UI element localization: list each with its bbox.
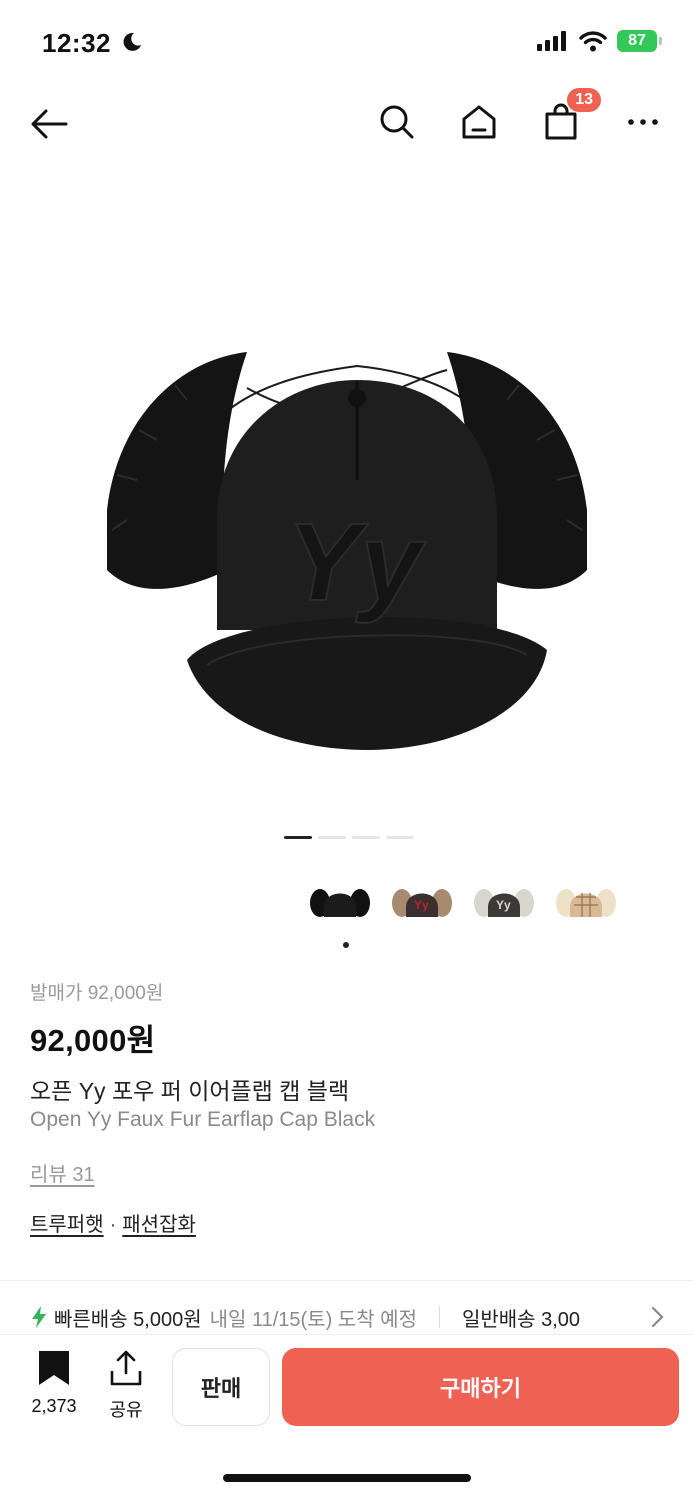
thumbnail-selected-dot [343, 942, 349, 948]
shipping-options[interactable]: 빠른배송 5,000원 내일 11/15(토) 도착 예정 일반배송 3,00 [30, 1300, 693, 1334]
share-label: 공유 [109, 1400, 143, 1420]
bookmark-button[interactable]: 2,373 [24, 1349, 84, 1417]
section-divider [0, 1280, 693, 1281]
svg-text:Yy: Yy [414, 898, 429, 912]
buy-button[interactable]: 구매하기 [282, 1348, 679, 1426]
tag-brand[interactable]: 트루퍼햇 [30, 1214, 104, 1236]
category-tags: 트루퍼햇 · 패션잡화 [30, 1208, 196, 1237]
more-button[interactable] [623, 102, 663, 142]
svg-text:Yy: Yy [496, 898, 511, 912]
product-title-ko: 오픈 Yy 포우 퍼 이어플랩 캡 블랙 [30, 1078, 350, 1104]
normal-shipping-label: 일반배송 3,00 [461, 1308, 581, 1331]
share-button[interactable]: 공유 [104, 1349, 148, 1422]
current-price: 92,000원 [30, 1023, 156, 1058]
pagination-dot [284, 836, 312, 839]
cart-button[interactable]: 13 [541, 88, 601, 142]
battery-indicator: 87 [617, 30, 662, 52]
back-button[interactable] [28, 102, 72, 146]
pagination-dot [352, 836, 380, 839]
cap-thumbnail-beige [556, 889, 616, 917]
top-nav: 13 [0, 88, 693, 158]
reviews-link[interactable]: 리뷰 31 [30, 1158, 95, 1187]
fast-shipping-date: 내일 11/15(토) 도착 예정 [209, 1308, 417, 1331]
home-button[interactable] [459, 102, 499, 142]
search-button[interactable] [377, 102, 417, 142]
share-icon [110, 1350, 142, 1386]
more-icon [628, 119, 658, 125]
status-bar: 12:32 87 [0, 0, 693, 88]
back-arrow-icon [31, 109, 68, 139]
cap-image: Yy [106, 352, 587, 750]
cap-thumbnail-grey: Yy [474, 889, 534, 917]
cap-thumbnail-brown: Yy [392, 889, 452, 917]
thumbnail-brown[interactable]: Yy [392, 872, 452, 932]
home-indicator [223, 1474, 471, 1482]
pagination-dot [318, 836, 346, 839]
release-price: 발매가 92,000원 [30, 983, 164, 1004]
chevron-right-icon [641, 1304, 667, 1330]
thumbnail-grey[interactable]: Yy [474, 872, 534, 932]
battery-level: 87 [628, 32, 646, 49]
thumbnail-black[interactable] [310, 872, 370, 932]
color-thumbnails: Yy Yy [310, 872, 616, 932]
product-title-en: Open Yy Faux Fur Earflap Cap Black [30, 1108, 376, 1131]
gallery-pagination [284, 836, 414, 839]
svg-text:Yy: Yy [287, 501, 426, 624]
wifi-icon [579, 31, 607, 52]
tag-separator: · [109, 1214, 117, 1236]
bookmark-icon [39, 1351, 69, 1385]
sell-button[interactable]: 판매 [172, 1348, 270, 1426]
tag-category[interactable]: 패션잡화 [122, 1214, 196, 1236]
lightning-icon [32, 1306, 46, 1328]
bookmark-count: 2,373 [31, 1396, 77, 1416]
thumbnail-beige[interactable] [556, 872, 616, 932]
status-time: 12:32 [42, 28, 111, 58]
fast-shipping-label: 빠른배송 5,000원 [54, 1308, 202, 1331]
moon-icon [123, 32, 141, 51]
home-icon [462, 105, 496, 139]
pagination-dot [386, 836, 414, 839]
shipping-separator [438, 1306, 440, 1328]
signal-icon [537, 31, 566, 51]
cap-thumbnail-black [310, 889, 370, 917]
search-icon [380, 105, 414, 139]
product-image[interactable]: Yy [0, 210, 693, 810]
cart-count-badge: 13 [567, 88, 601, 112]
price-block: 발매가 92,000원 92,000원 [30, 978, 163, 1060]
